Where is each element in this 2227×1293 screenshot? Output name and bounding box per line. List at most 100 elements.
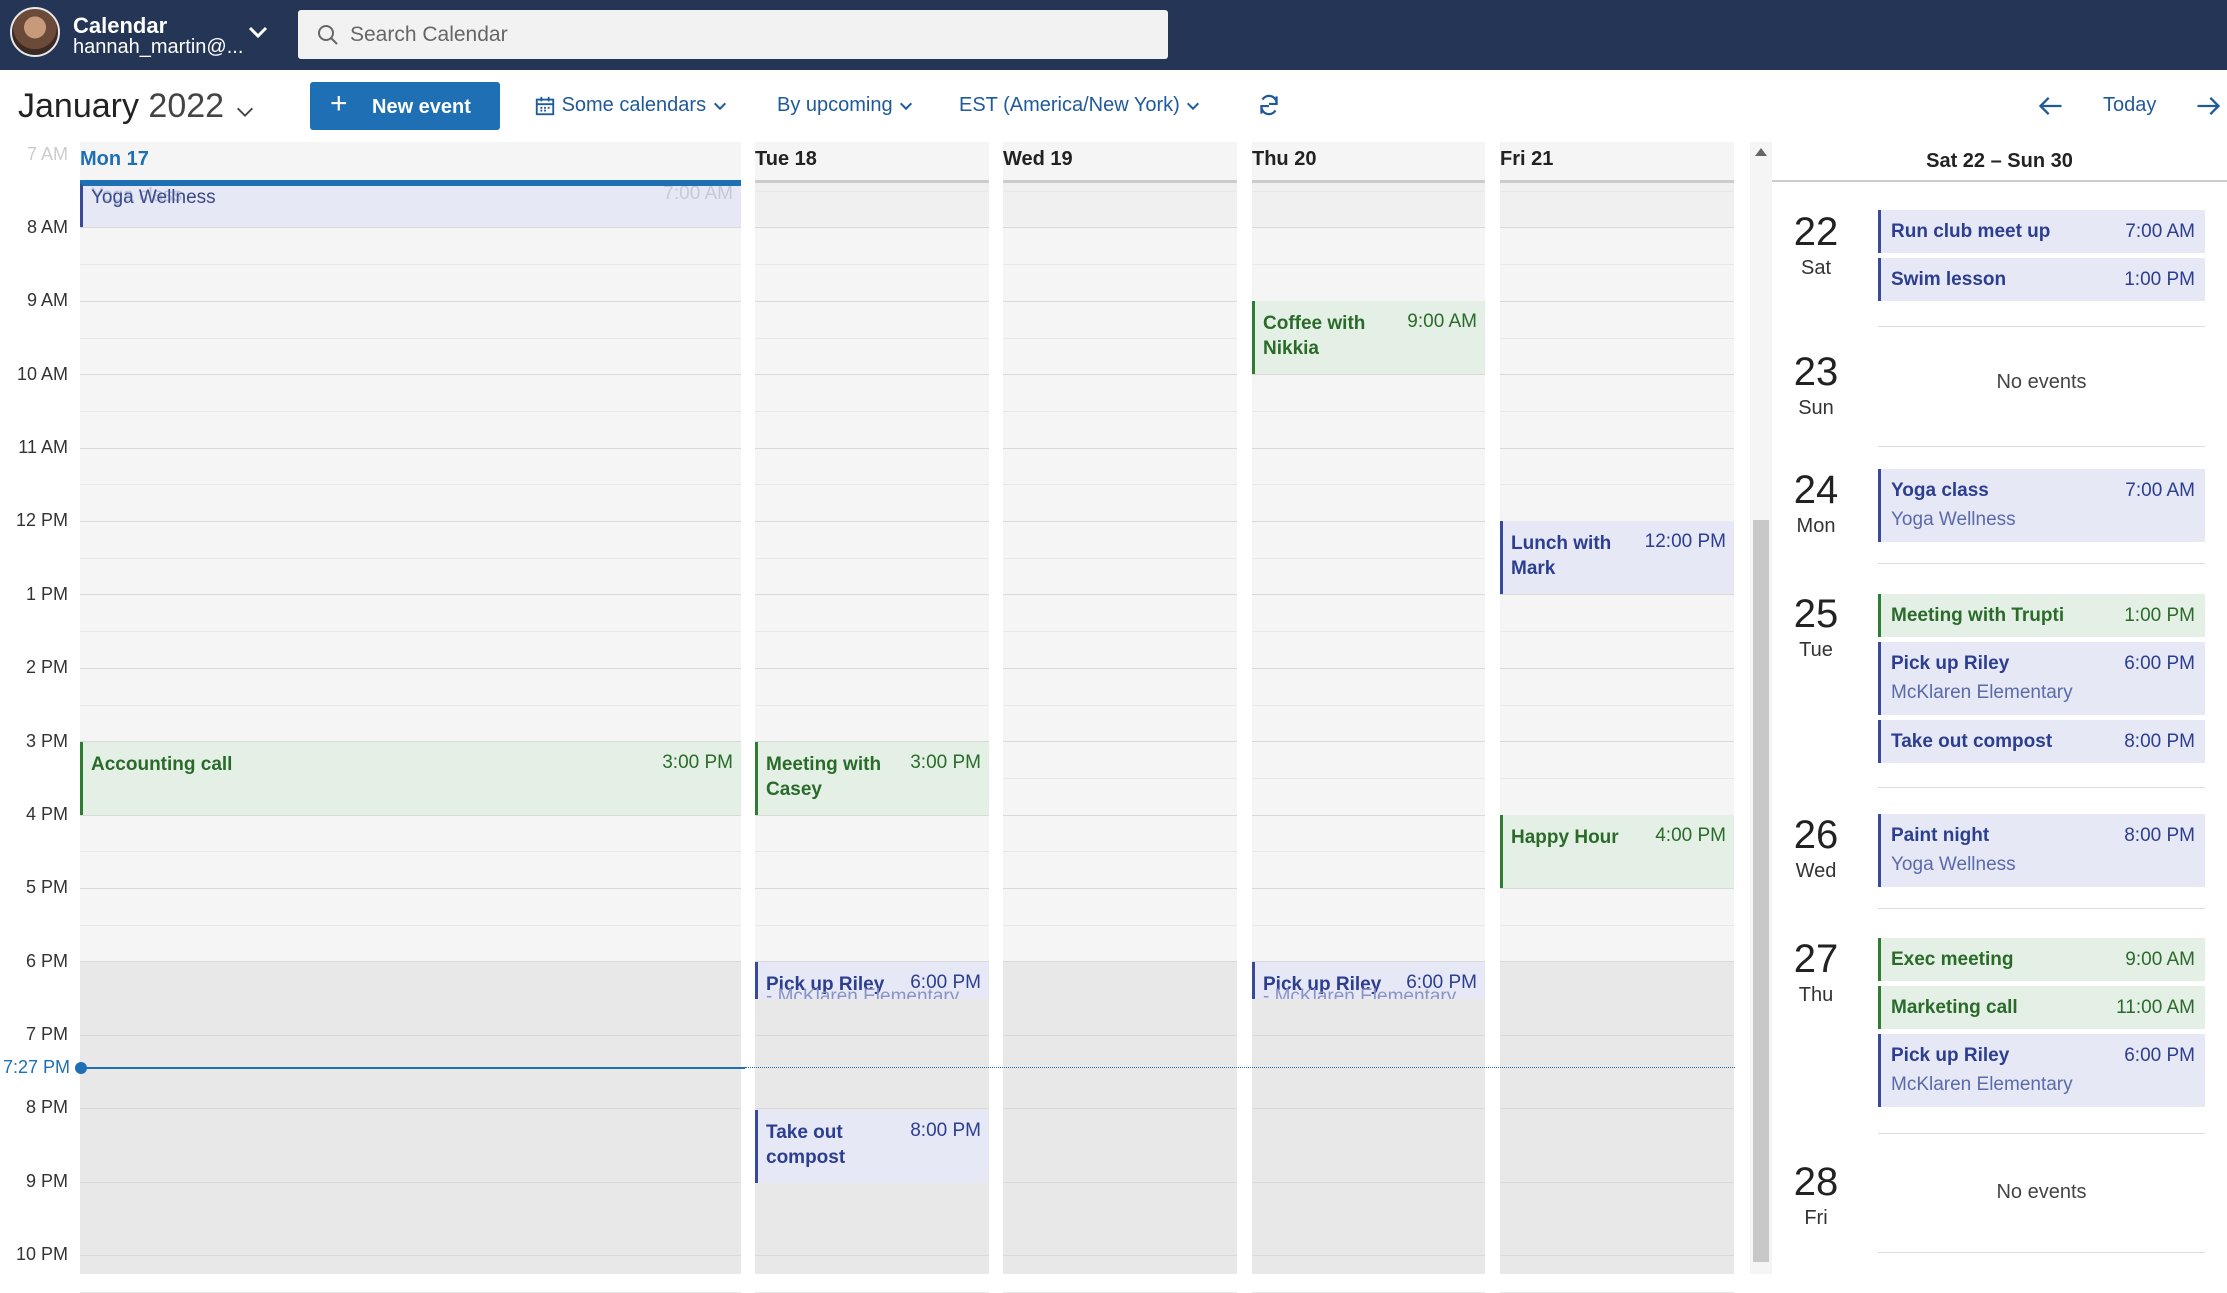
half-hour-gridline [1252,484,1485,486]
half-hour-gridline [755,190,989,192]
all-day-row[interactable] [1003,183,1237,227]
event-meeting-with-casey[interactable]: Meeting with Casey 3:00 PM [755,742,989,815]
event-time: 9:00 AM [2125,949,2195,970]
event-happy-hour[interactable]: Happy Hour 4:00 PM [1500,815,1734,888]
event-location: McKlaren Elementary [1891,682,2073,703]
event-time: 7:00 AM [2125,221,2195,242]
half-hour-gridline [755,704,989,706]
half-hour-gridline [80,557,741,559]
half-hour-gridline [80,998,741,1000]
timezone-label: EST (America/New York) [959,94,1180,116]
account-email[interactable]: hannah_martin@... [73,36,243,59]
all-day-row[interactable] [1500,183,1734,227]
avatar[interactable] [10,7,60,57]
half-hour-gridline [80,631,741,633]
event-title: Coffee with Nikkia [1263,313,1366,359]
day-column-fri[interactable]: Fri 21 [1500,142,1734,1293]
day-header[interactable]: Mon 17 [80,148,149,171]
hour-gridline [1252,741,1485,743]
time-label: 2 PM [25,657,68,677]
day-column-tue[interactable]: Tue 18 [755,142,989,1293]
time-gutter: 7 AM 8 AM 9 AM 10 AM 11 AM 12 PM 1 PM 2 … [0,142,75,1274]
agenda-event[interactable]: Run club meet up 7:00 AM [1878,210,2205,253]
month-name: January [18,87,139,125]
all-day-row[interactable] [755,183,989,227]
half-hour-gridline [1003,190,1237,192]
agenda-event[interactable]: Pick up Riley 6:00 PM McKlaren Elementary [1878,642,2205,715]
new-event-button[interactable]: + New event [310,82,500,130]
agenda-event[interactable]: Yoga class 7:00 AM Yoga Wellness [1878,469,2205,542]
day-column-wed[interactable]: Wed 19 [1003,142,1237,1293]
day-header[interactable]: Fri 21 [1500,148,1553,171]
agenda-divider [1878,908,2205,909]
half-hour-gridline [1252,704,1485,706]
event-take-out-compost[interactable]: Take out compost 8:00 PM [755,1110,989,1183]
event-pick-up-riley[interactable]: Pick up Riley 6:00 PM - McKlaren Element… [1252,962,1485,999]
hour-gridline [80,1255,741,1256]
day-header[interactable]: Wed 19 [1003,148,1073,171]
event-coffee-with-nikkia[interactable]: Coffee with Nikkia 9:00 AM [1252,301,1485,374]
current-time-label: 7:27 PM [3,1057,71,1077]
agenda-event[interactable]: Marketing call 11:00 AM [1878,986,2205,1029]
time-label: 5 PM [25,877,68,897]
hour-gridline [80,961,741,963]
chevron-down-icon[interactable] [246,20,270,44]
agenda-divider [1878,1133,2205,1134]
day-column-mon[interactable]: Mon 17 [80,142,741,1293]
timezone-dropdown[interactable]: EST (America/New York) [959,94,1201,117]
agenda-event[interactable]: Paint night 8:00 PM Yoga Wellness [1878,814,2205,887]
hour-gridline [80,1108,741,1110]
hour-gridline [1500,1034,1734,1036]
agenda-day-number: 24 [1793,468,1839,512]
no-events-label: No events [1996,1181,2087,1203]
plus-icon: + [330,87,348,120]
agenda-weekday: Thu [1798,984,1834,1006]
agenda-day-number: 28 [1793,1160,1839,1204]
agenda-event[interactable]: Pick up Riley 6:00 PM McKlaren Elementary [1878,1034,2205,1107]
hour-gridline [1003,1181,1237,1183]
agenda-weekday: Fri [1804,1207,1828,1229]
hour-gridline [755,1034,989,1036]
half-hour-gridline [1252,1218,1485,1220]
scrollbar-thumb[interactable] [1753,520,1769,1262]
event-yoga-class[interactable]: Yoga class 7:00 AM Yoga Wellness [80,183,741,227]
sort-dropdown[interactable]: By upcoming [777,94,914,117]
hour-gridline [1003,227,1237,229]
event-lunch-with-mark[interactable]: Lunch with Mark 12:00 PM [1500,521,1734,594]
day-header[interactable]: Tue 18 [755,148,817,171]
calendar-icon [535,96,555,115]
scrollbar[interactable] [1750,142,1772,1274]
hour-gridline [80,667,741,669]
search-input[interactable] [350,10,1150,59]
hour-gridline [755,1255,989,1256]
hour-gridline [1003,374,1237,376]
month-selector[interactable]: January 2022 [18,87,253,126]
agenda-event[interactable]: Exec meeting 9:00 AM [1878,938,2205,981]
half-hour-gridline [1252,924,1485,926]
half-hour-gridline [1252,631,1485,633]
half-hour-gridline [80,410,741,412]
agenda-event[interactable]: Take out compost 8:00 PM [1878,720,2205,763]
hour-gridline [1003,1255,1237,1256]
all-day-row[interactable] [1252,183,1485,227]
search-box[interactable] [298,10,1168,59]
agenda-event[interactable]: Meeting with Trupti 1:00 PM [1878,594,2205,637]
hour-gridline [1500,374,1734,376]
calendars-filter[interactable]: Some calendars [534,94,728,117]
hour-gridline [1500,667,1734,669]
event-pick-up-riley[interactable]: Pick up Riley 6:00 PM - McKlaren Element… [755,962,989,999]
day-header[interactable]: Thu 20 [1252,148,1316,171]
refresh-icon[interactable] [1256,92,1282,118]
time-label: 7 AM [26,144,68,164]
hour-gridline [80,447,741,449]
arrow-right-icon[interactable] [2194,92,2222,120]
scroll-up-arrow[interactable] [1755,148,1767,156]
current-time-line [80,1067,745,1069]
agenda-event[interactable]: Swim lesson 1:00 PM [1878,258,2205,301]
half-hour-gridline [1500,924,1734,926]
event-accounting-call[interactable]: Accounting call 3:00 PM [80,742,741,815]
today-button[interactable]: Today [2103,94,2156,117]
half-hour-gridline [1500,704,1734,706]
hour-gridline [1252,1034,1485,1036]
arrow-left-icon[interactable] [2037,92,2065,120]
